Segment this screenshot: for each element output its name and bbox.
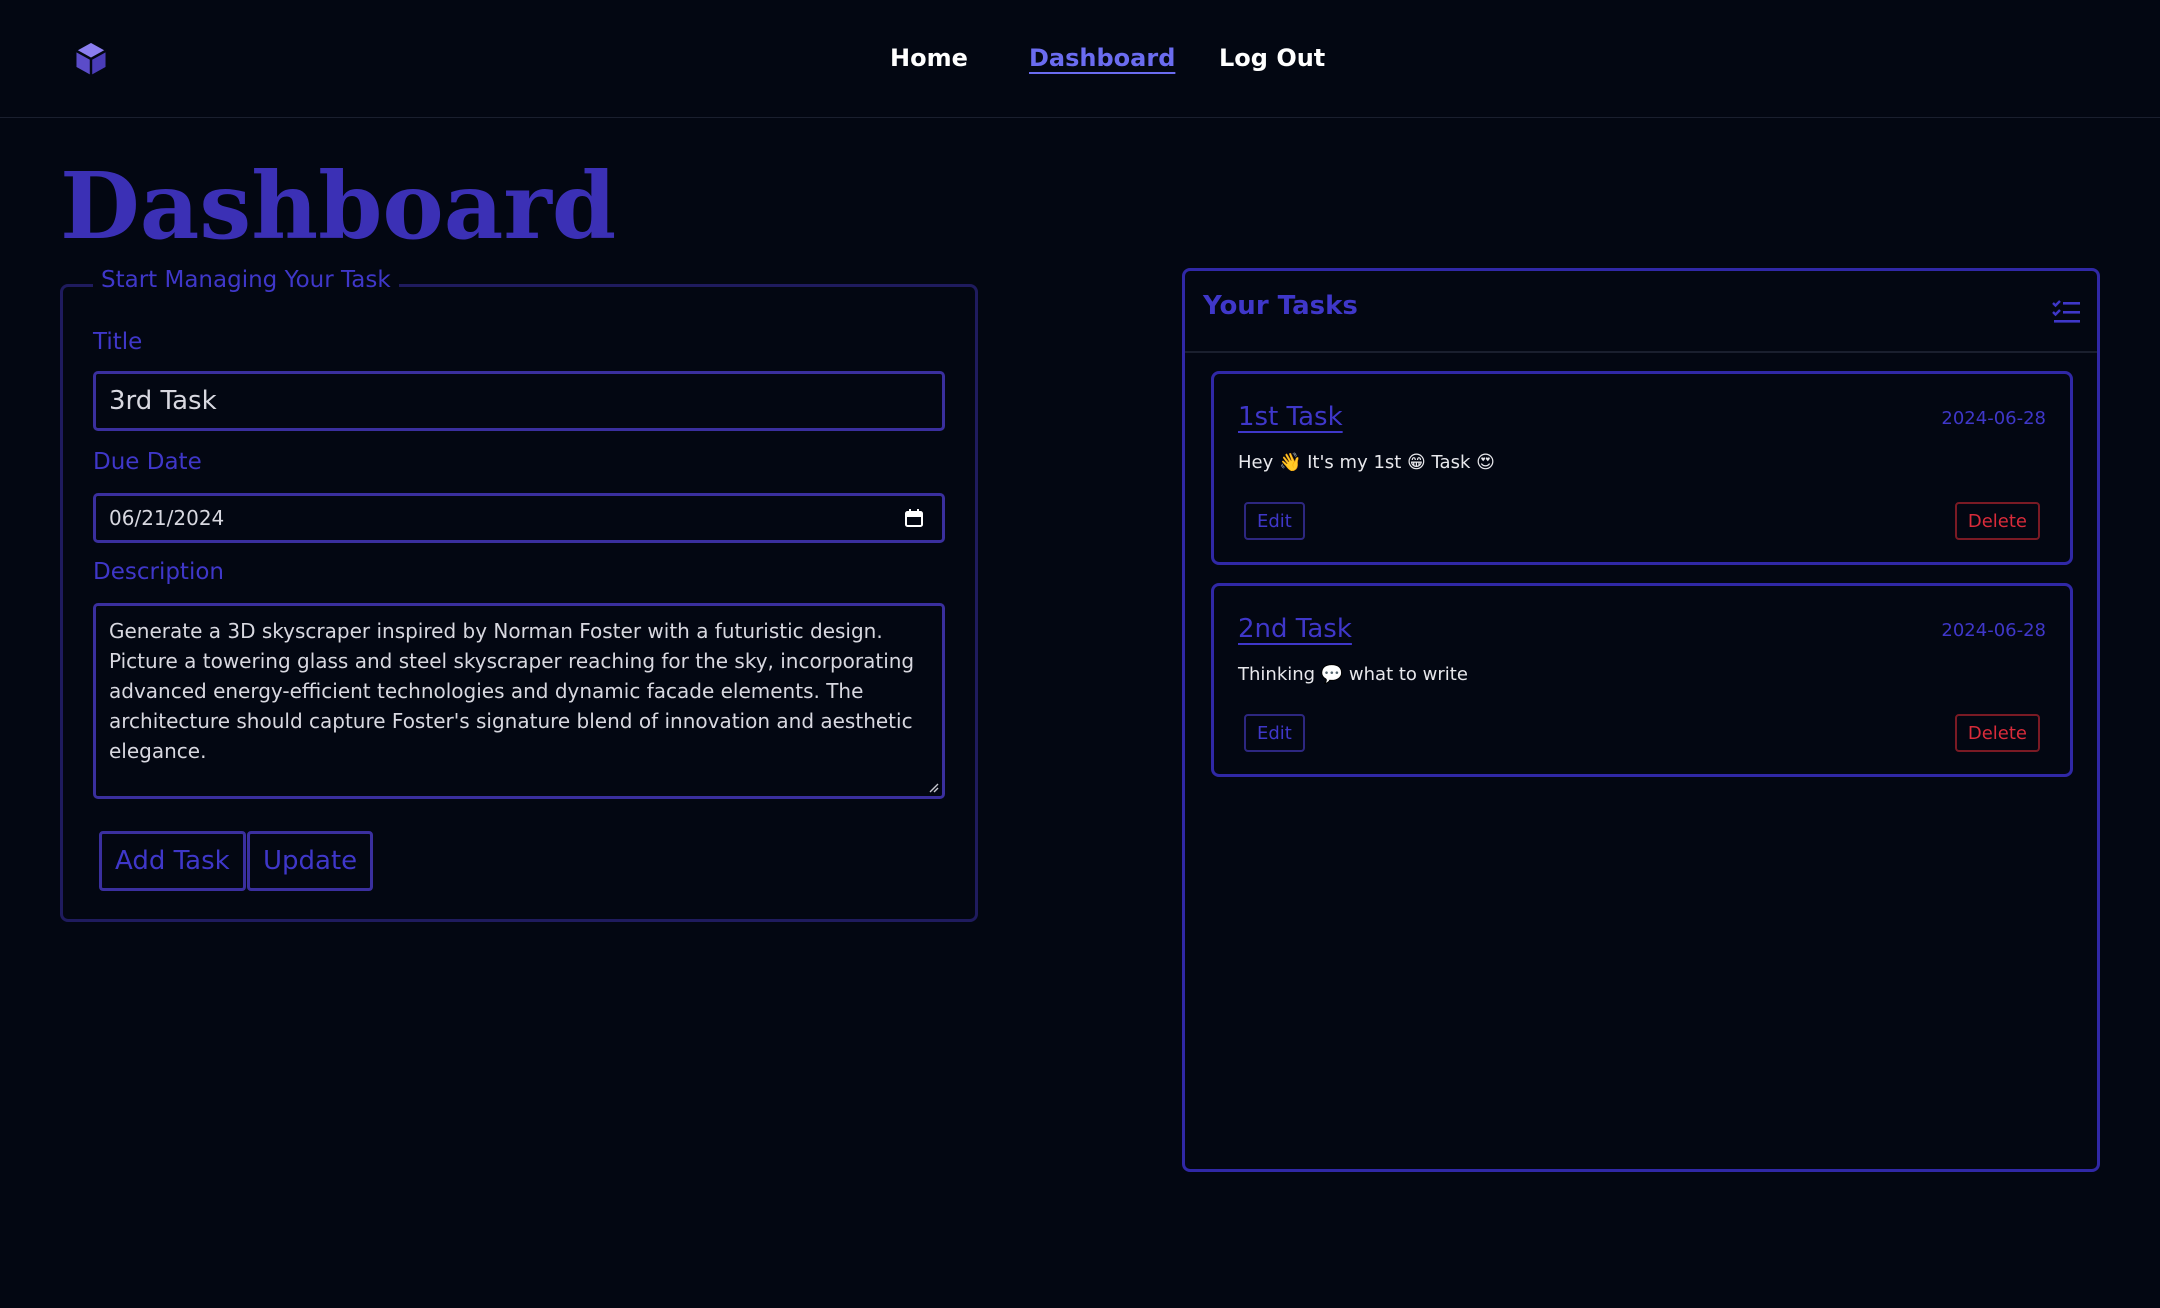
nav-home-link[interactable]: Home (890, 44, 968, 72)
due-date-label: Due Date (93, 449, 202, 475)
tasks-title: Your Tasks (1203, 291, 1358, 321)
due-date-input[interactable]: 06/21/2024 (93, 493, 945, 543)
delete-button[interactable]: Delete (1954, 714, 2040, 752)
tasks-header: Your Tasks (1185, 271, 2097, 353)
add-task-button[interactable]: Add Task (99, 831, 246, 891)
due-date-value: 06/21/2024 (109, 506, 225, 530)
nav-logout-link[interactable]: Log Out (1219, 44, 1325, 72)
task-form: Start Managing Your Task Title Due Date … (60, 267, 978, 922)
description-label: Description (93, 559, 224, 585)
navbar: Home Dashboard Log Out (0, 0, 2160, 118)
task-title-link[interactable]: 2nd Task (1238, 614, 1352, 644)
task-date: 2024-06-28 (1941, 620, 2046, 641)
resize-handle-icon[interactable] (927, 781, 939, 793)
update-button[interactable]: Update (247, 831, 374, 891)
cube-icon[interactable] (70, 38, 112, 80)
description-textarea[interactable]: Generate a 3D skyscraper inspired by Nor… (93, 603, 945, 799)
task-title-link[interactable]: 1st Task (1238, 402, 1343, 432)
tasks-panel: Your Tasks 1st Task 2024-06-28 Hey 👋 It'… (1182, 268, 2100, 1172)
edit-button[interactable]: Edit (1244, 714, 1305, 752)
task-description: Thinking 💬 what to write (1238, 664, 1468, 685)
task-description: Hey 👋 It's my 1st 😁 Task 😍 (1238, 452, 1495, 473)
page-title: Dashboard (60, 152, 617, 260)
calendar-icon[interactable] (904, 508, 924, 528)
delete-button[interactable]: Delete (1954, 502, 2040, 540)
form-legend: Start Managing Your Task (93, 267, 399, 293)
title-input[interactable] (93, 371, 945, 431)
nav-dashboard-link[interactable]: Dashboard (1029, 44, 1175, 72)
checklist-icon[interactable] (2051, 299, 2081, 325)
edit-button[interactable]: Edit (1244, 502, 1305, 540)
task-date: 2024-06-28 (1941, 408, 2046, 429)
task-card: 1st Task 2024-06-28 Hey 👋 It's my 1st 😁 … (1211, 371, 2073, 565)
title-label: Title (93, 329, 143, 355)
task-card: 2nd Task 2024-06-28 Thinking 💬 what to w… (1211, 583, 2073, 777)
